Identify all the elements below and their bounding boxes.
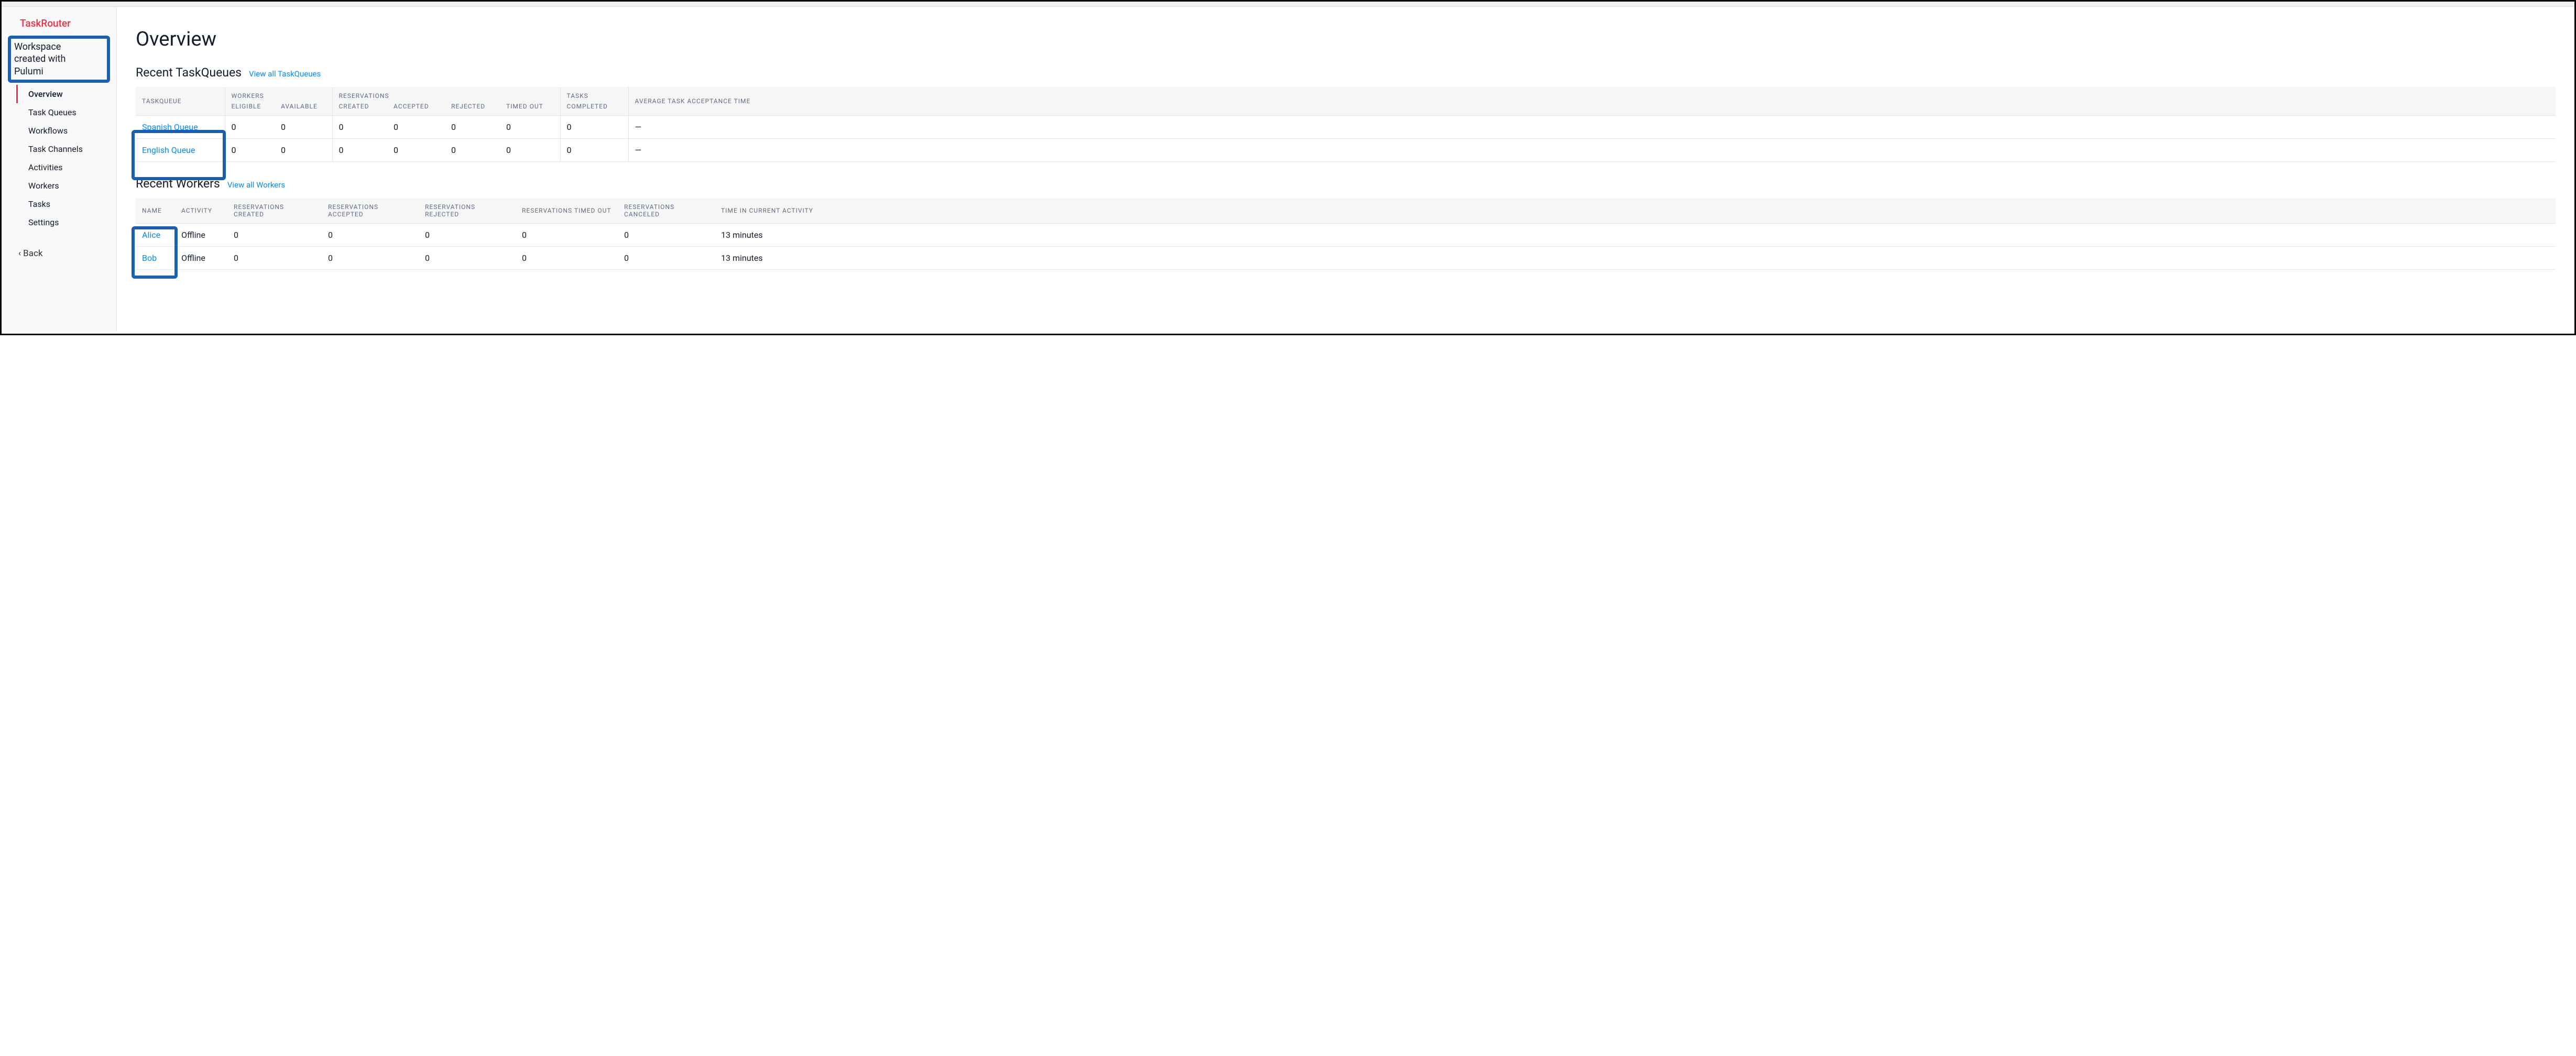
sidebar-item-task-channels[interactable]: Task Channels bbox=[16, 140, 116, 158]
cell-time: 13 minutes bbox=[715, 247, 2556, 270]
sidebar: TaskRouter Workspace created with Pulumi… bbox=[2, 7, 117, 332]
th-res-accepted: RESERVATIONS ACCEPTED bbox=[322, 198, 419, 224]
workspace-name[interactable]: Workspace created with Pulumi bbox=[14, 41, 104, 78]
cell-created: 0 bbox=[332, 139, 387, 162]
worker-link[interactable]: Bob bbox=[142, 253, 157, 263]
taskqueues-table-wrap: TASKQUEUE WORKERS RESERVATIONS TASKS AVE… bbox=[136, 87, 2556, 162]
taskqueue-link[interactable]: English Queue bbox=[142, 145, 195, 155]
cell-eligible: 0 bbox=[225, 116, 275, 139]
cell-eligible: 0 bbox=[225, 139, 275, 162]
cell-created: 0 bbox=[332, 116, 387, 139]
cell-accepted: 0 bbox=[387, 139, 445, 162]
cell-timed-out: 0 bbox=[516, 224, 618, 247]
cell-available: 0 bbox=[275, 116, 332, 139]
sidebar-item-activities[interactable]: Activities bbox=[16, 158, 116, 177]
table-row: English Queue 0 0 0 0 0 0 0 — bbox=[136, 139, 2556, 162]
cell-activity: Offline bbox=[175, 247, 227, 270]
th-created: CREATED bbox=[332, 101, 387, 116]
th-res-rejected: RESERVATIONS REJECTED bbox=[419, 198, 516, 224]
cell-created: 0 bbox=[227, 224, 322, 247]
back-button[interactable]: ‹Back bbox=[2, 232, 116, 265]
view-all-workers-link[interactable]: View all Workers bbox=[227, 180, 285, 190]
page-title: Overview bbox=[136, 28, 2556, 51]
cell-timed-out: 0 bbox=[500, 116, 560, 139]
workers-header: Recent Workers View all Workers bbox=[136, 177, 2556, 191]
sidebar-item-settings[interactable]: Settings bbox=[16, 213, 116, 232]
th-name: NAME bbox=[136, 198, 175, 224]
table-row: Spanish Queue 0 0 0 0 0 0 0 — bbox=[136, 116, 2556, 139]
cell-completed: 0 bbox=[560, 139, 628, 162]
cell-timed-out: 0 bbox=[516, 247, 618, 270]
th-workers-group: WORKERS bbox=[225, 87, 332, 101]
taskqueues-table: TASKQUEUE WORKERS RESERVATIONS TASKS AVE… bbox=[136, 87, 2556, 162]
back-label: Back bbox=[23, 248, 42, 259]
th-res-timed-out: RESERVATIONS TIMED OUT bbox=[516, 198, 618, 224]
th-res-canceled: RESERVATIONS CANCELED bbox=[618, 198, 715, 224]
taskqueue-link[interactable]: Spanish Queue bbox=[142, 122, 198, 132]
cell-accepted: 0 bbox=[322, 247, 419, 270]
th-time-activity: TIME IN CURRENT ACTIVITY bbox=[715, 198, 2556, 224]
cell-canceled: 0 bbox=[618, 224, 715, 247]
workspace-line3: Pulumi bbox=[14, 66, 43, 77]
th-available: AVAILABLE bbox=[275, 101, 332, 116]
workspace-line1: Workspace bbox=[14, 41, 61, 52]
th-eligible: ELIGIBLE bbox=[225, 101, 275, 116]
th-taskqueue: TASKQUEUE bbox=[136, 87, 225, 116]
workspace-line2: created with bbox=[14, 53, 66, 64]
main-content: Overview Recent TaskQueues View all Task… bbox=[117, 7, 2574, 332]
sidebar-item-workers[interactable]: Workers bbox=[16, 177, 116, 195]
worker-link[interactable]: Alice bbox=[142, 230, 160, 240]
cell-rejected: 0 bbox=[445, 116, 500, 139]
workspace-selector-highlight: Workspace created with Pulumi bbox=[8, 36, 110, 83]
sidebar-item-workflows[interactable]: Workflows bbox=[16, 122, 116, 140]
th-tasks-group: TASKS bbox=[560, 87, 628, 101]
cell-canceled: 0 bbox=[618, 247, 715, 270]
taskqueues-title: Recent TaskQueues bbox=[136, 65, 242, 80]
cell-time: 13 minutes bbox=[715, 224, 2556, 247]
layout: TaskRouter Workspace created with Pulumi… bbox=[2, 7, 2574, 332]
workers-title: Recent Workers bbox=[136, 177, 220, 191]
th-avg-time: AVERAGE TASK ACCEPTANCE TIME bbox=[628, 87, 2556, 116]
th-res-created: RESERVATIONS CREATED bbox=[227, 198, 322, 224]
cell-avg: — bbox=[628, 116, 2556, 139]
th-reservations-group: RESERVATIONS bbox=[332, 87, 560, 101]
sidebar-item-task-queues[interactable]: Task Queues bbox=[16, 103, 116, 122]
cell-accepted: 0 bbox=[322, 224, 419, 247]
workers-table: NAME ACTIVITY RESERVATIONS CREATED RESER… bbox=[136, 198, 2556, 270]
window-top-strip bbox=[2, 2, 2574, 7]
th-accepted: ACCEPTED bbox=[387, 101, 445, 116]
taskqueues-header: Recent TaskQueues View all TaskQueues bbox=[136, 65, 2556, 80]
cell-rejected: 0 bbox=[419, 224, 516, 247]
cell-rejected: 0 bbox=[419, 247, 516, 270]
sidebar-item-tasks[interactable]: Tasks bbox=[16, 195, 116, 213]
workers-table-wrap: NAME ACTIVITY RESERVATIONS CREATED RESER… bbox=[136, 198, 2556, 270]
table-row: Alice Offline 0 0 0 0 0 13 minutes bbox=[136, 224, 2556, 247]
th-timed-out: TIMED OUT bbox=[500, 101, 560, 116]
th-completed: COMPLETED bbox=[560, 101, 628, 116]
view-all-taskqueues-link[interactable]: View all TaskQueues bbox=[249, 69, 321, 79]
sidebar-nav: Overview Task Queues Workflows Task Chan… bbox=[2, 85, 116, 232]
cell-rejected: 0 bbox=[445, 139, 500, 162]
cell-available: 0 bbox=[275, 139, 332, 162]
sidebar-item-overview[interactable]: Overview bbox=[16, 85, 116, 103]
cell-avg: — bbox=[628, 139, 2556, 162]
chevron-left-icon: ‹ bbox=[18, 248, 21, 259]
cell-created: 0 bbox=[227, 247, 322, 270]
th-rejected: REJECTED bbox=[445, 101, 500, 116]
brand-title[interactable]: TaskRouter bbox=[2, 17, 116, 36]
table-row: Bob Offline 0 0 0 0 0 13 minutes bbox=[136, 247, 2556, 270]
cell-activity: Offline bbox=[175, 224, 227, 247]
cell-completed: 0 bbox=[560, 116, 628, 139]
th-activity: ACTIVITY bbox=[175, 198, 227, 224]
cell-accepted: 0 bbox=[387, 116, 445, 139]
cell-timed-out: 0 bbox=[500, 139, 560, 162]
